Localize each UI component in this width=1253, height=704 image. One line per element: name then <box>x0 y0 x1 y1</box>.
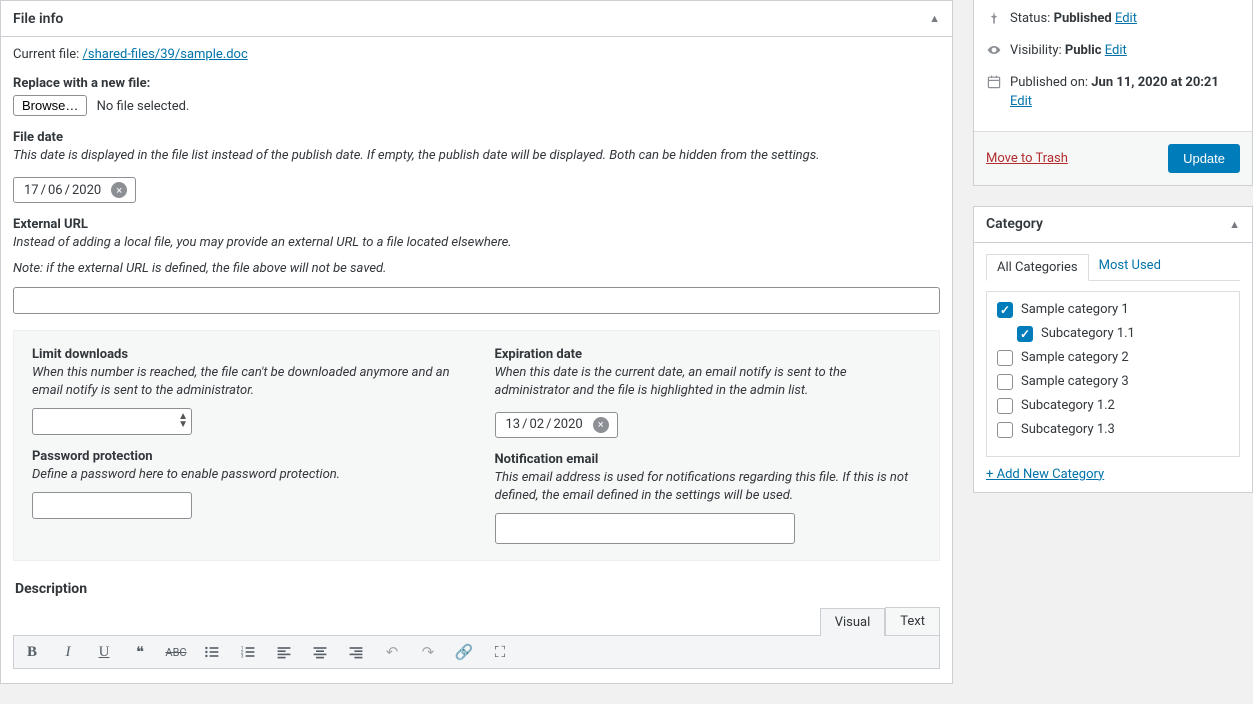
collapse-toggle[interactable]: ▲ <box>929 12 940 25</box>
clear-date-icon[interactable]: × <box>111 182 127 198</box>
category-label[interactable]: Subcategory 1.2 <box>1021 398 1115 413</box>
undo-icon[interactable]: ↶ <box>382 642 402 662</box>
no-file-text: No file selected. <box>97 99 190 114</box>
editor-tabs: Visual Text <box>13 607 940 635</box>
password-input[interactable] <box>32 492 192 519</box>
status-row: Status: Published Edit <box>986 10 1240 32</box>
external-url-desc1: Instead of adding a local file, you may … <box>13 234 940 252</box>
file-info-title: File info <box>13 11 63 27</box>
clear-exp-icon[interactable]: × <box>593 417 609 433</box>
tab-all-categories[interactable]: All Categories <box>986 254 1089 281</box>
calendar-icon <box>986 74 1002 96</box>
category-item: Subcategory 1.2 <box>997 398 1229 414</box>
file-info-panel: File info ▲ Current file: /shared-files/… <box>0 0 953 684</box>
italic-icon[interactable]: I <box>58 642 78 662</box>
current-file-label: Current file: <box>13 47 79 62</box>
align-left-icon[interactable] <box>274 642 294 662</box>
limit-downloads-desc: When this number is reached, the file ca… <box>32 364 459 400</box>
tab-visual[interactable]: Visual <box>820 608 886 636</box>
category-checkbox[interactable] <box>997 374 1013 390</box>
fullscreen-icon[interactable]: ⛶ <box>490 642 510 662</box>
publish-actions: Move to Trash Update <box>974 131 1252 185</box>
category-label[interactable]: Subcategory 1.1 <box>1041 326 1135 341</box>
update-button[interactable]: Update <box>1168 144 1240 173</box>
category-label[interactable]: Sample category 2 <box>1021 350 1129 365</box>
publish-panel: Status: Published Edit Visibility: Publi… <box>973 0 1253 186</box>
limit-downloads-label: Limit downloads <box>32 347 459 362</box>
editor-toolbar: B I U ❝ ABC 123 <box>13 635 940 669</box>
numbered-list-icon[interactable]: 123 <box>238 642 258 662</box>
limit-downloads-input[interactable] <box>32 408 192 435</box>
description-label: Description <box>15 581 940 597</box>
file-info-header: File info ▲ <box>1 1 952 37</box>
expiration-date-input[interactable]: 13/02/2020 × <box>495 412 618 438</box>
category-title: Category <box>986 216 1043 232</box>
file-date-desc: This date is displayed in the file list … <box>13 147 940 165</box>
expiration-label: Expiration date <box>495 347 922 362</box>
category-item: Subcategory 1.3 <box>997 422 1229 438</box>
number-stepper[interactable]: ▲▼ <box>178 413 188 429</box>
edit-visibility-link[interactable]: Edit <box>1105 43 1127 58</box>
published-row: Published on: Jun 11, 2020 at 20:21 Edit <box>986 74 1240 110</box>
replace-file-label: Replace with a new file: <box>13 76 940 91</box>
edit-status-link[interactable]: Edit <box>1115 11 1137 26</box>
category-label[interactable]: Sample category 3 <box>1021 374 1129 389</box>
category-label[interactable]: Sample category 1 <box>1021 302 1129 317</box>
category-checkbox[interactable] <box>997 422 1013 438</box>
pin-icon <box>986 10 1002 32</box>
external-url-input[interactable] <box>13 287 940 314</box>
notification-email-label: Notification email <box>495 452 922 467</box>
notification-email-desc: This email address is used for notificat… <box>495 469 922 505</box>
current-file-link[interactable]: /shared-files/39/sample.doc <box>83 47 248 62</box>
expiration-desc: When this date is the current date, an e… <box>495 364 922 400</box>
tab-most-used[interactable]: Most Used <box>1089 253 1171 280</box>
category-checkbox[interactable] <box>1017 326 1033 342</box>
category-header: Category ▲ <box>974 207 1252 243</box>
svg-text:3: 3 <box>241 654 244 660</box>
category-item: Subcategory 1.1 <box>1017 326 1229 342</box>
category-checkbox[interactable] <box>997 350 1013 366</box>
advanced-panel: Limit downloads When this number is reac… <box>13 330 940 562</box>
category-checkbox[interactable] <box>997 302 1013 318</box>
eye-icon <box>986 42 1002 64</box>
external-url-desc2: Note: if the external URL is defined, th… <box>13 260 940 278</box>
bold-icon[interactable]: B <box>22 642 42 662</box>
tab-text[interactable]: Text <box>885 607 940 635</box>
visibility-row: Visibility: Public Edit <box>986 42 1240 64</box>
file-date-label: File date <box>13 130 940 145</box>
move-to-trash-link[interactable]: Move to Trash <box>986 151 1068 166</box>
category-item: Sample category 1 <box>997 302 1229 318</box>
bullet-list-icon[interactable] <box>202 642 222 662</box>
current-file-row: Current file: /shared-files/39/sample.do… <box>13 47 940 62</box>
link-icon[interactable]: 🔗 <box>454 642 474 662</box>
category-tabs: All Categories Most Used <box>986 253 1240 281</box>
collapse-toggle[interactable]: ▲ <box>1229 218 1240 231</box>
redo-icon[interactable]: ↷ <box>418 642 438 662</box>
strikethrough-icon[interactable]: ABC <box>166 642 186 662</box>
add-category-link[interactable]: + Add New Category <box>986 467 1104 482</box>
password-label: Password protection <box>32 449 459 464</box>
password-desc: Define a password here to enable passwor… <box>32 466 459 484</box>
category-item: Sample category 3 <box>997 374 1229 390</box>
category-checkbox[interactable] <box>997 398 1013 414</box>
category-item: Sample category 2 <box>997 350 1229 366</box>
align-right-icon[interactable] <box>346 642 366 662</box>
external-url-label: External URL <box>13 217 940 232</box>
browse-button[interactable]: Browse… <box>13 95 87 116</box>
align-center-icon[interactable] <box>310 642 330 662</box>
file-date-input[interactable]: 17/06/2020 × <box>13 177 136 203</box>
quote-icon[interactable]: ❝ <box>130 642 150 662</box>
edit-published-link[interactable]: Edit <box>1010 94 1032 109</box>
category-list: Sample category 1 Subcategory 1.1 Sample c… <box>986 291 1240 457</box>
category-panel: Category ▲ All Categories Most Used Samp… <box>973 206 1253 493</box>
category-label[interactable]: Subcategory 1.3 <box>1021 422 1115 437</box>
notification-email-input[interactable] <box>495 513 795 544</box>
underline-icon[interactable]: U <box>94 642 114 662</box>
